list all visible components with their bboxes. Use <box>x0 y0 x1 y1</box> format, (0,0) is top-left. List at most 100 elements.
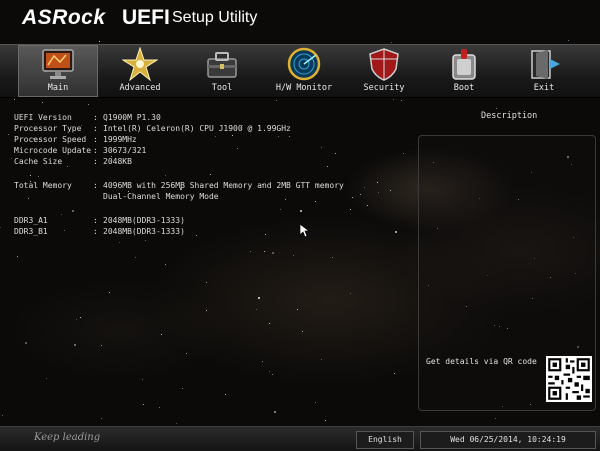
info-value: 2048MB(DDR3-1333) <box>103 216 185 225</box>
star-dot <box>135 257 136 258</box>
tab-exit-label: Exit <box>533 83 555 93</box>
tab-security[interactable]: Security <box>344 45 424 97</box>
tab-exit[interactable]: Exit <box>504 45 584 97</box>
star-dot <box>165 175 166 176</box>
star-dot <box>76 319 77 320</box>
star-dot <box>74 344 76 346</box>
star-dot <box>276 100 277 101</box>
star-dot <box>109 292 110 293</box>
star-dot <box>8 134 9 135</box>
star-dot <box>327 166 328 167</box>
star-dot <box>325 420 326 421</box>
info-key: UEFI Version <box>14 113 72 122</box>
info-separator: : <box>93 113 98 122</box>
info-key: Processor Speed <box>14 135 87 144</box>
info-value: 2048KB <box>103 157 132 166</box>
language-button[interactable]: English <box>356 431 414 449</box>
star-dot <box>145 240 146 241</box>
star-dot <box>300 210 302 212</box>
star-dot <box>269 323 270 324</box>
star-dot <box>14 99 15 100</box>
star-dot <box>289 136 290 137</box>
star-dot <box>278 136 279 137</box>
star-dot <box>46 378 47 379</box>
star-dot <box>495 418 496 419</box>
star-dot <box>401 100 402 101</box>
tab-boot[interactable]: Boot <box>424 45 504 97</box>
star-dot <box>225 394 226 395</box>
star-dot <box>101 345 102 346</box>
star-dot <box>182 388 183 389</box>
star-dot <box>390 190 391 191</box>
star-dot <box>403 153 404 154</box>
qr-code-icon <box>546 356 592 402</box>
info-key: Microcode Update <box>14 146 92 155</box>
tab-hw-monitor-label: H/W Monitor <box>275 83 333 93</box>
star-burst-icon <box>122 47 158 81</box>
tab-tool[interactable]: Tool <box>182 45 262 97</box>
star-dot <box>280 209 281 210</box>
star-dot <box>61 214 62 215</box>
star-dot <box>315 201 316 202</box>
info-key: Processor Type <box>14 124 82 133</box>
star-dot <box>568 40 569 41</box>
mouse-cursor-icon <box>300 224 310 238</box>
star-dot <box>258 297 260 299</box>
star-dot <box>186 353 187 354</box>
info-separator: : <box>93 227 98 236</box>
toolbox-icon <box>207 52 237 78</box>
info-value: Q1900M P1.30 <box>103 113 161 122</box>
info-separator: : <box>93 157 98 166</box>
star-dot <box>142 379 143 380</box>
star-dot <box>206 282 207 283</box>
star-dot <box>0 227 1 228</box>
title-uefi: UEFI <box>122 6 170 29</box>
star-dot <box>17 256 18 257</box>
asrock-logo: ASRock <box>22 6 106 29</box>
star-dot <box>394 373 395 374</box>
star-dot <box>367 205 368 206</box>
info-value: Dual-Channel Memory Mode <box>103 192 219 201</box>
star-dot <box>265 234 266 235</box>
info-separator: : <box>93 181 98 190</box>
star-dot <box>38 176 39 177</box>
tab-advanced-label: Advanced <box>119 83 161 93</box>
star-dot <box>269 371 270 372</box>
tab-hw-monitor[interactable]: H/W Monitor <box>264 45 344 97</box>
info-separator: : <box>93 135 98 144</box>
star-dot <box>101 418 102 419</box>
star-dot <box>25 342 27 344</box>
star-dot <box>88 104 89 105</box>
tab-tool-label: Tool <box>211 83 233 93</box>
info-value: 30673/321 <box>103 146 147 155</box>
star-dot <box>391 42 392 43</box>
star-dot <box>496 108 497 109</box>
star-dot <box>272 252 274 254</box>
star-dot <box>2 415 3 416</box>
tab-advanced[interactable]: Advanced <box>100 45 180 97</box>
shield-icon <box>369 48 399 81</box>
star-dot <box>302 331 303 332</box>
star-dot <box>159 407 160 408</box>
star-dot <box>352 197 353 198</box>
slogan: Keep leading <box>34 432 101 443</box>
star-dot <box>297 309 298 310</box>
info-separator: : <box>93 146 98 155</box>
star-dot <box>315 402 316 403</box>
header: ASRock UEFI Setup Utility <box>0 0 600 38</box>
tab-main[interactable]: Main <box>18 45 98 97</box>
tab-boot-label: Boot <box>453 83 475 93</box>
description-title: Description <box>481 111 538 121</box>
exit-door-icon <box>531 50 560 79</box>
star-dot <box>42 102 43 103</box>
info-separator: : <box>93 124 98 133</box>
info-key: Cache Size <box>14 157 63 166</box>
star-dot <box>264 251 265 252</box>
info-key: DDR3_B1 <box>14 227 48 236</box>
tab-main-label: Main <box>47 83 69 93</box>
info-key: Total Memory <box>14 181 72 190</box>
power-switch-icon <box>452 49 476 80</box>
star-dot <box>80 317 81 318</box>
star-dot <box>321 147 322 148</box>
star-dot <box>119 242 120 243</box>
